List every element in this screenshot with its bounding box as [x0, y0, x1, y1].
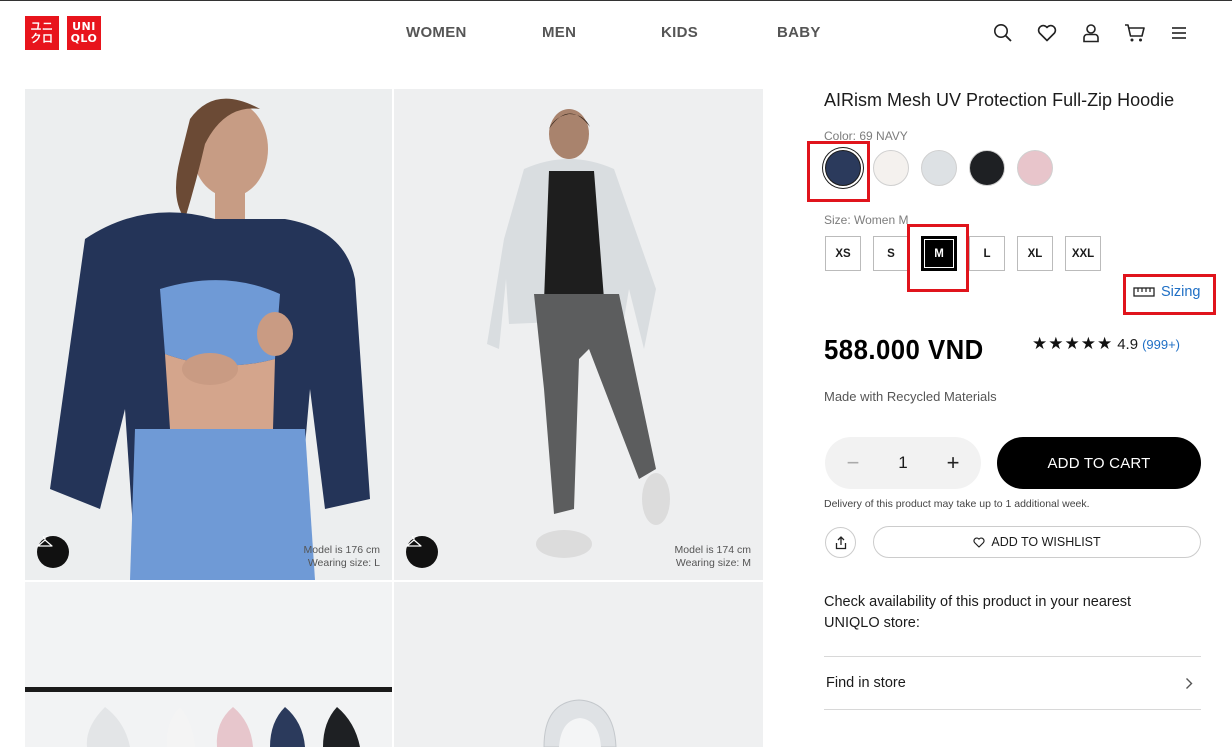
highlight-box-color [807, 141, 870, 202]
nav-kids[interactable]: KIDS [661, 24, 698, 41]
color-swatch-off-white[interactable] [873, 150, 909, 186]
user-icon[interactable] [1080, 22, 1102, 44]
product-title: AIRism Mesh UV Protection Full-Zip Hoodi… [824, 90, 1175, 110]
add-to-wishlist-button[interactable]: ADD TO WISHLIST [873, 526, 1201, 558]
highlight-box-size [907, 224, 969, 292]
heart-icon[interactable] [1036, 22, 1058, 44]
rating-stars: ★★★★★ [1032, 334, 1114, 353]
model-wearing-size: Wearing size: M [675, 557, 751, 569]
nav-men[interactable]: MEN [542, 24, 576, 41]
try-on-hanger-button[interactable] [37, 536, 69, 568]
model-info: Model is 174 cm Wearing size: M [675, 544, 751, 570]
heart-icon [973, 536, 985, 548]
delivery-note: Delivery of this product may take up to … [824, 498, 1090, 510]
model-height: Model is 174 cm [674, 544, 751, 556]
store-availability-text: Check availability of this product in yo… [824, 594, 1132, 631]
product-photo-model-1[interactable]: Model is 176 cm Wearing size: L [25, 89, 392, 580]
size-l[interactable]: L [969, 236, 1005, 271]
quantity-stepper: − 1 + [825, 437, 981, 489]
add-to-cart-button[interactable]: ADD TO CART [997, 437, 1201, 489]
product-photo-flat[interactable] [394, 582, 763, 747]
size-xl[interactable]: XL [1017, 236, 1053, 271]
model-wearing-size: Wearing size: L [307, 557, 380, 569]
size-xxl[interactable]: XXL [1065, 236, 1101, 271]
top-border [0, 0, 1232, 1]
review-count-link[interactable]: (999+) [1142, 337, 1180, 352]
search-icon[interactable] [992, 22, 1014, 44]
nav-women[interactable]: WOMEN [406, 24, 467, 41]
find-in-store-row[interactable]: Find in store [824, 656, 1201, 710]
chevron-right-icon [1186, 677, 1193, 689]
hanger-icon [406, 536, 422, 547]
model-height: Model is 176 cm [303, 544, 380, 556]
nav-baby[interactable]: BABY [777, 24, 821, 41]
product-photo-rack[interactable] [25, 582, 392, 747]
product-photo-model-2[interactable]: Model is 174 cm Wearing size: M [394, 89, 763, 580]
cart-icon[interactable] [1124, 22, 1146, 44]
hanger-icon [37, 536, 53, 547]
highlight-box-sizing [1123, 274, 1216, 315]
color-swatch-black[interactable] [969, 150, 1005, 186]
color-swatch-pink[interactable] [1017, 150, 1053, 186]
quantity-value[interactable]: 1 [898, 453, 907, 473]
rating-value: 4.9 [1117, 335, 1139, 353]
find-in-store-label: Find in store [826, 675, 906, 691]
share-icon [835, 535, 846, 549]
header-icons [992, 22, 1190, 44]
share-button[interactable] [825, 527, 856, 558]
size-s[interactable]: S [873, 236, 909, 271]
product-gallery: Model is 176 cm Wearing size: L Model is… [25, 89, 763, 747]
quantity-increase-button[interactable]: + [943, 450, 963, 476]
product-price: 588.000 VND [824, 334, 984, 365]
material-note: Made with Recycled Materials [824, 389, 997, 404]
wishlist-label: ADD TO WISHLIST [991, 535, 1101, 549]
model-info: Model is 176 cm Wearing size: L [304, 544, 380, 570]
color-swatch-light-gray[interactable] [921, 150, 957, 186]
menu-icon[interactable] [1168, 22, 1190, 44]
size-label: Size: Women M [824, 213, 909, 227]
product-rating[interactable]: ★★★★★ 4.9 (999+) [1032, 334, 1180, 354]
try-on-hanger-button[interactable] [406, 536, 438, 568]
quantity-decrease-button[interactable]: − [843, 450, 863, 476]
size-xs[interactable]: XS [825, 236, 861, 271]
